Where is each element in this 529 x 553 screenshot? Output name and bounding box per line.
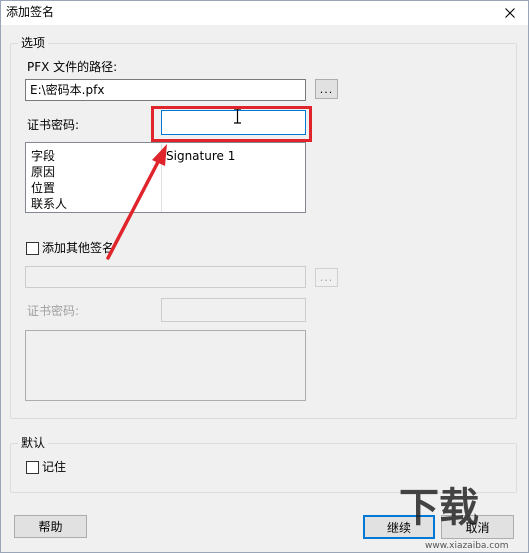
defaults-group-legend: 默认	[18, 436, 49, 450]
field-name-row: 联系人	[31, 197, 68, 211]
options-group-legend: 选项	[18, 36, 49, 50]
window-title: 添加签名	[6, 5, 55, 19]
watermark-logo: 下载	[399, 485, 479, 531]
remember-checkbox[interactable]	[26, 461, 39, 474]
add-other-signature-checkbox[interactable]	[26, 242, 39, 255]
other-password-label: 证书密码:	[27, 304, 80, 318]
pfx-browse-button[interactable]: ...	[315, 79, 338, 99]
password-label: 证书密码:	[27, 118, 80, 132]
other-pfx-browse-button[interactable]: ...	[315, 268, 338, 287]
remember-label[interactable]: 记住	[42, 460, 66, 475]
other-signature-fields-list[interactable]	[25, 330, 306, 401]
pfx-path-input[interactable]: E:\密码本.pfx	[25, 79, 306, 101]
help-button[interactable]: 帮助	[14, 515, 87, 538]
field-name-row: 位置	[31, 181, 56, 195]
title-bar	[1, 1, 528, 25]
pfx-path-label: PFX 文件的路径:	[27, 60, 118, 74]
close-icon	[505, 8, 515, 18]
annotation-arrow-icon	[106, 144, 167, 260]
watermark-url: www.xiazaiba.com	[425, 541, 509, 551]
field-name-row: 字段	[31, 149, 56, 163]
field-name-row: 原因	[31, 165, 56, 179]
close-button[interactable]	[492, 1, 528, 25]
other-password-input[interactable]	[161, 298, 306, 322]
